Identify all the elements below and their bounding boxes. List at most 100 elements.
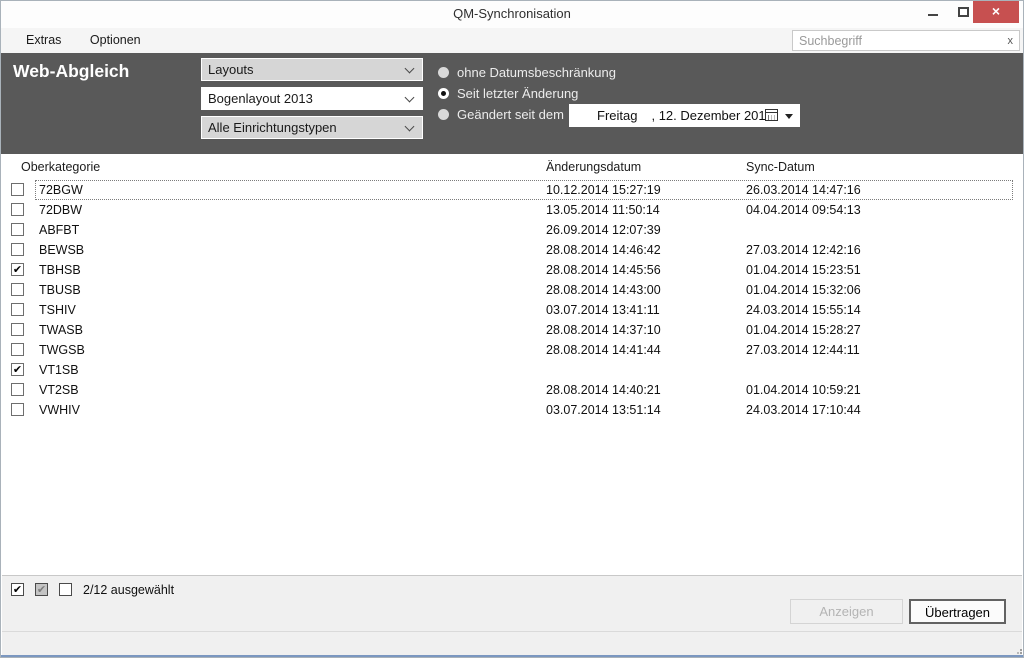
table-row[interactable]: TBUSB 28.08.2014 14:43:00 01.04.2014 15:… [2, 280, 1022, 300]
menu-item-optionen[interactable]: Optionen [90, 28, 141, 53]
dropdown-group: Layouts Bogenlayout 2013 Alle Einrichtun… [201, 58, 423, 145]
maximize-button[interactable] [955, 1, 973, 23]
status-bar [2, 631, 1022, 655]
date-picker[interactable]: Freitag , 12. Dezember 2014 [569, 104, 800, 127]
row-name: ABFBT [39, 220, 79, 240]
dropdown-value: Layouts [208, 62, 254, 77]
row-focus-rect [35, 200, 1013, 220]
resize-grip[interactable] [1014, 649, 1016, 651]
row-focus-rect [35, 380, 1013, 400]
row-changed-date: 28.08.2014 14:41:44 [546, 340, 661, 360]
date-rest-value: , 12. Dezember 2014 [651, 108, 772, 123]
radio-label: Geändert seit dem [457, 107, 564, 122]
row-checkbox[interactable] [11, 303, 24, 316]
row-focus-rect [35, 340, 1013, 360]
row-name: TWGSB [39, 340, 85, 360]
row-focus-rect [35, 400, 1013, 420]
table-header: Oberkategorie Änderungsdatum Sync-Datum [2, 154, 1022, 180]
row-changed-date: 26.09.2014 12:07:39 [546, 220, 661, 240]
row-checkbox[interactable] [11, 183, 24, 196]
row-name: 72BGW [39, 180, 83, 200]
chevron-down-icon [405, 93, 415, 103]
row-changed-date: 03.07.2014 13:41:11 [546, 300, 660, 320]
table-row[interactable]: BEWSB 28.08.2014 14:46:42 27.03.2014 12:… [2, 240, 1022, 260]
selection-count-text: 2/12 ausgewählt [83, 583, 174, 597]
menu-bar: Extras Optionen x [1, 28, 1023, 53]
table-row[interactable]: TWGSB 28.08.2014 14:41:44 27.03.2014 12:… [2, 340, 1022, 360]
table-row[interactable]: TWASB 28.08.2014 14:37:10 01.04.2014 15:… [2, 320, 1022, 340]
table-body: 72BGW 10.12.2014 15:27:19 26.03.2014 14:… [2, 180, 1022, 420]
table-row[interactable]: VT2SB 28.08.2014 14:40:21 01.04.2014 10:… [2, 380, 1022, 400]
row-checkbox[interactable] [11, 223, 24, 236]
table-row[interactable]: 72DBW 13.05.2014 11:50:14 04.04.2014 09:… [2, 200, 1022, 220]
title-bar: QM-Synchronisation × [1, 1, 1023, 28]
anzeigen-button[interactable]: Anzeigen [790, 599, 903, 624]
row-sync-date: 01.04.2014 15:32:06 [746, 280, 861, 300]
table-row[interactable]: VWHIV 03.07.2014 13:51:14 24.03.2014 17:… [2, 400, 1022, 420]
select-indeterminate-checkbox-icon[interactable]: ✔ [35, 583, 48, 596]
row-name: VT2SB [39, 380, 79, 400]
row-sync-date: 24.03.2014 17:10:44 [746, 400, 861, 420]
table-row[interactable]: ✔ VT1SB [2, 360, 1022, 380]
row-name: TSHIV [39, 300, 76, 320]
row-checkbox[interactable]: ✔ [11, 363, 24, 376]
table-row[interactable]: ✔ TBHSB 28.08.2014 14:45:56 01.04.2014 1… [2, 260, 1022, 280]
calendar-dropdown-caret-icon[interactable] [785, 114, 793, 119]
row-name: VWHIV [39, 400, 80, 420]
row-focus-rect [35, 260, 1013, 280]
row-name: 72DBW [39, 200, 82, 220]
window-title: QM-Synchronisation [1, 6, 1023, 21]
row-sync-date: 01.04.2014 10:59:21 [746, 380, 861, 400]
column-header-oberkategorie[interactable]: Oberkategorie [21, 160, 100, 174]
row-changed-date: 03.07.2014 13:51:14 [546, 400, 661, 420]
row-name: TWASB [39, 320, 83, 340]
date-day-value: Freitag [597, 108, 637, 123]
calendar-icon[interactable] [765, 109, 778, 121]
row-focus-rect [35, 220, 1013, 240]
minimize-button[interactable] [925, 1, 943, 23]
row-checkbox[interactable] [11, 203, 24, 216]
row-checkbox[interactable] [11, 323, 24, 336]
radio-option[interactable]: ohne Datumsbeschränkung [438, 62, 616, 83]
row-checkbox[interactable]: ✔ [11, 263, 24, 276]
row-name: BEWSB [39, 240, 84, 260]
dropdown[interactable]: Alle Einrichtungstypen [201, 116, 423, 139]
row-focus-rect [35, 180, 1013, 200]
table-row[interactable]: ABFBT 26.09.2014 12:07:39 [2, 220, 1022, 240]
web-abgleich-panel: Web-Abgleich Layouts Bogenlayout 2013 Al… [1, 53, 1023, 154]
search-clear-icon[interactable]: x [1008, 34, 1014, 48]
row-checkbox[interactable] [11, 283, 24, 296]
dropdown-value: Bogenlayout 2013 [208, 91, 313, 106]
select-none-checkbox-icon[interactable] [59, 583, 72, 596]
maximize-icon [958, 7, 969, 17]
row-focus-rect [35, 300, 1013, 320]
table-row[interactable]: 72BGW 10.12.2014 15:27:19 26.03.2014 14:… [2, 180, 1022, 200]
row-changed-date: 13.05.2014 11:50:14 [546, 200, 660, 220]
radio-label: ohne Datumsbeschränkung [457, 65, 616, 80]
minimize-icon [928, 14, 938, 16]
row-sync-date: 01.04.2014 15:23:51 [746, 260, 861, 280]
select-all-checkbox-icon[interactable]: ✔ [11, 583, 24, 596]
column-header-aenderungsdatum[interactable]: Änderungsdatum [546, 160, 641, 174]
close-button[interactable]: × [973, 1, 1019, 23]
row-sync-date: 26.03.2014 14:47:16 [746, 180, 861, 200]
menu-item-extras[interactable]: Extras [26, 28, 61, 53]
dropdown[interactable]: Layouts [201, 58, 423, 81]
radio-icon [438, 88, 449, 99]
search-box: x [792, 30, 1020, 51]
uebertragen-button[interactable]: Übertragen [909, 599, 1006, 624]
row-checkbox[interactable] [11, 243, 24, 256]
row-name: TBUSB [39, 280, 81, 300]
panel-title: Web-Abgleich [13, 61, 129, 82]
row-checkbox[interactable] [11, 383, 24, 396]
row-checkbox[interactable] [11, 343, 24, 356]
column-header-sync-datum[interactable]: Sync-Datum [746, 160, 815, 174]
search-input[interactable] [799, 31, 994, 50]
row-checkbox[interactable] [11, 403, 24, 416]
chevron-down-icon [405, 64, 415, 74]
row-sync-date: 01.04.2014 15:28:27 [746, 320, 861, 340]
table-row[interactable]: TSHIV 03.07.2014 13:41:11 24.03.2014 15:… [2, 300, 1022, 320]
row-name: TBHSB [39, 260, 81, 280]
dropdown[interactable]: Bogenlayout 2013 [201, 87, 423, 110]
radio-option[interactable]: Seit letzter Änderung [438, 83, 616, 104]
